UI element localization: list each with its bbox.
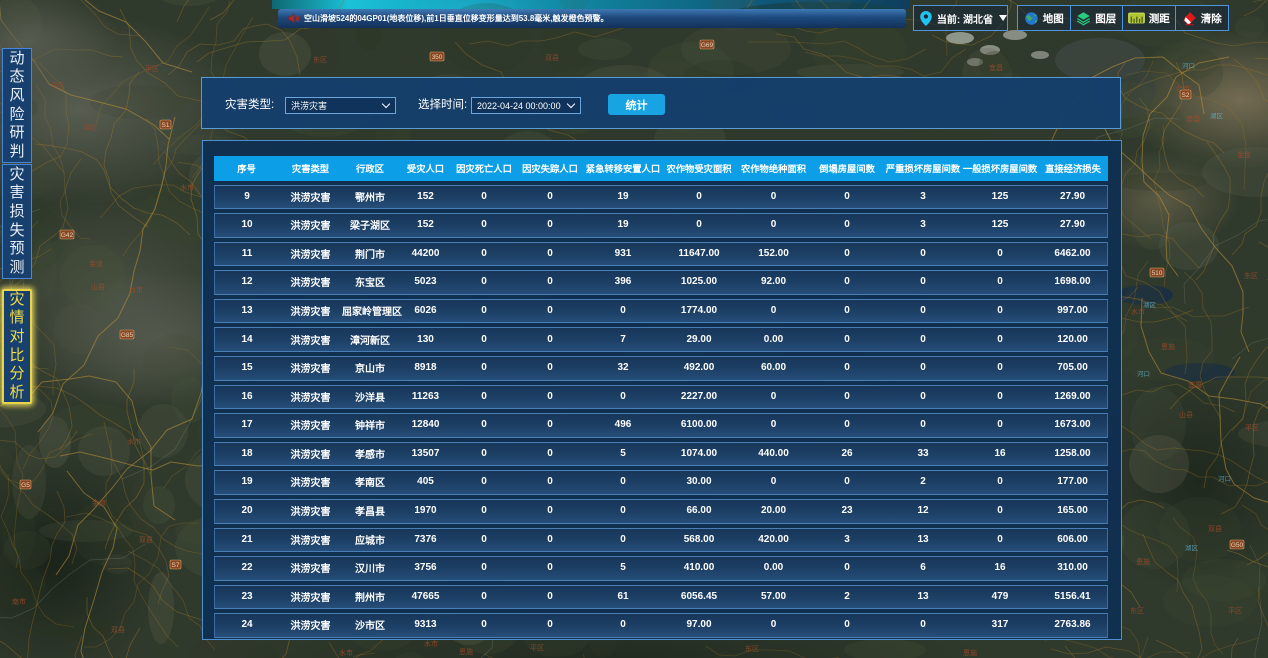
svg-text:平区: 平区: [1245, 424, 1259, 432]
svg-text:平区: 平区: [1228, 607, 1242, 615]
svg-text:宜昌: 宜昌: [1188, 380, 1202, 389]
svg-text:恩施: 恩施: [1161, 342, 1175, 351]
svg-text:台市: 台市: [129, 285, 143, 294]
svg-text:河口: 河口: [1182, 62, 1195, 70]
svg-text:东区: 东区: [1244, 271, 1258, 280]
svg-text:G69: G69: [701, 42, 714, 49]
svg-text:G85: G85: [121, 332, 134, 339]
svg-text:S1: S1: [162, 122, 170, 129]
svg-text:宜昌: 宜昌: [989, 63, 1003, 72]
svg-text:恩施: 恩施: [963, 648, 977, 657]
svg-text:S2: S2: [1182, 92, 1190, 99]
svg-text:湖区: 湖区: [1185, 543, 1199, 552]
svg-text:平区: 平区: [83, 124, 97, 132]
svg-text:510: 510: [1152, 270, 1163, 277]
svg-text:G5: G5: [21, 482, 30, 489]
svg-text:水市: 水市: [127, 437, 141, 446]
svg-text:东区: 东区: [1130, 606, 1144, 615]
svg-text:S7: S7: [172, 562, 180, 569]
svg-text:水市: 水市: [424, 639, 438, 648]
svg-text:平区: 平区: [530, 644, 544, 652]
svg-text:恩施: 恩施: [459, 647, 473, 656]
svg-text:山县: 山县: [1179, 410, 1193, 419]
svg-text:河口: 河口: [1218, 475, 1231, 483]
svg-text:湖区: 湖区: [1143, 300, 1157, 309]
svg-text:山县: 山县: [91, 282, 105, 291]
svg-text:宜昌: 宜昌: [1186, 114, 1200, 123]
svg-text:金道: 金道: [92, 498, 106, 507]
svg-text:双县: 双县: [139, 536, 153, 544]
svg-text:河口: 河口: [1137, 370, 1150, 378]
svg-text:恩施: 恩施: [1136, 557, 1150, 566]
svg-text:金道: 金道: [1237, 150, 1251, 159]
svg-text:东区: 东区: [745, 644, 759, 653]
svg-text:水市: 水市: [339, 648, 353, 657]
svg-text:G50: G50: [1231, 542, 1244, 549]
svg-text:湖区: 湖区: [1210, 111, 1224, 120]
svg-text:350: 350: [432, 54, 443, 61]
svg-text:双县: 双县: [1208, 525, 1222, 533]
svg-text:双县: 双县: [545, 54, 559, 62]
svg-text:平区: 平区: [145, 65, 159, 73]
svg-text:金道: 金道: [89, 259, 103, 268]
svg-text:G42: G42: [61, 232, 74, 239]
svg-text:南市: 南市: [12, 597, 26, 606]
svg-text:东区: 东区: [313, 55, 327, 64]
svg-text:水市: 水市: [180, 183, 194, 192]
svg-text:双县: 双县: [111, 626, 125, 634]
